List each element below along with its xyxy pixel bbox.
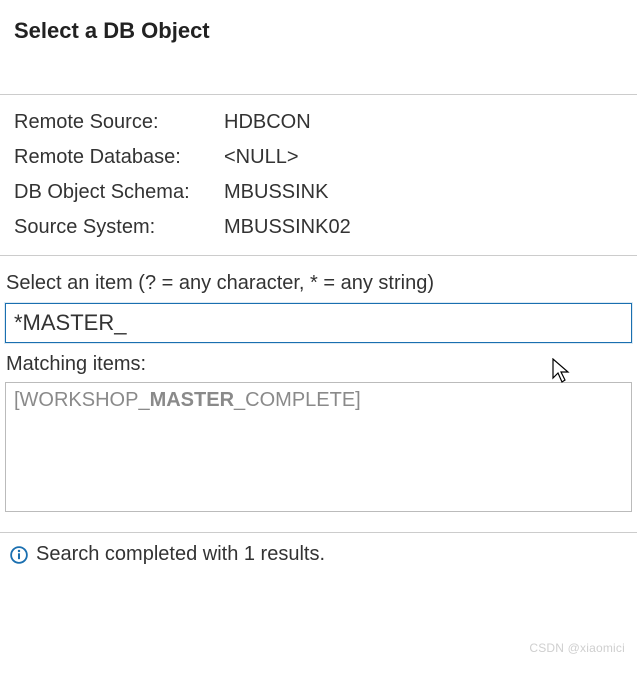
filter-label: Select an item (? = any character, * = a… [0, 256, 637, 301]
info-row-source-system: Source System: MBUSSINK02 [14, 210, 623, 245]
db-object-schema-value: MBUSSINK [224, 181, 328, 204]
info-row-remote-source: Remote Source: HDBCON [14, 105, 623, 140]
remote-database-label: Remote Database: [14, 146, 224, 169]
info-row-db-object-schema: DB Object Schema: MBUSSINK [14, 175, 623, 210]
source-system-value: MBUSSINK02 [224, 216, 351, 239]
db-object-schema-label: DB Object Schema: [14, 181, 224, 204]
remote-source-value: HDBCON [224, 111, 311, 134]
match-bold: MASTER [150, 389, 234, 411]
remote-source-label: Remote Source: [14, 111, 224, 134]
remote-database-value: <NULL> [224, 146, 299, 169]
list-item[interactable]: [WORKSHOP_MASTER_COMPLETE] [14, 389, 623, 412]
matching-items-list[interactable]: [WORKSHOP_MASTER_COMPLETE] [5, 382, 632, 512]
match-suffix: _COMPLETE] [234, 389, 361, 411]
filter-input[interactable] [5, 303, 632, 343]
status-text: Search completed with 1 results. [36, 543, 325, 566]
watermark: CSDN @xiaomici [529, 641, 625, 655]
dialog-title: Select a DB Object [0, 0, 637, 54]
info-icon [10, 546, 28, 564]
match-prefix: [WORKSHOP_ [14, 389, 150, 411]
info-row-remote-database: Remote Database: <NULL> [14, 140, 623, 175]
matching-items-label: Matching items: [0, 343, 637, 382]
status-bar: Search completed with 1 results. [0, 533, 637, 576]
info-block: Remote Source: HDBCON Remote Database: <… [0, 94, 637, 256]
source-system-label: Source System: [14, 216, 224, 239]
